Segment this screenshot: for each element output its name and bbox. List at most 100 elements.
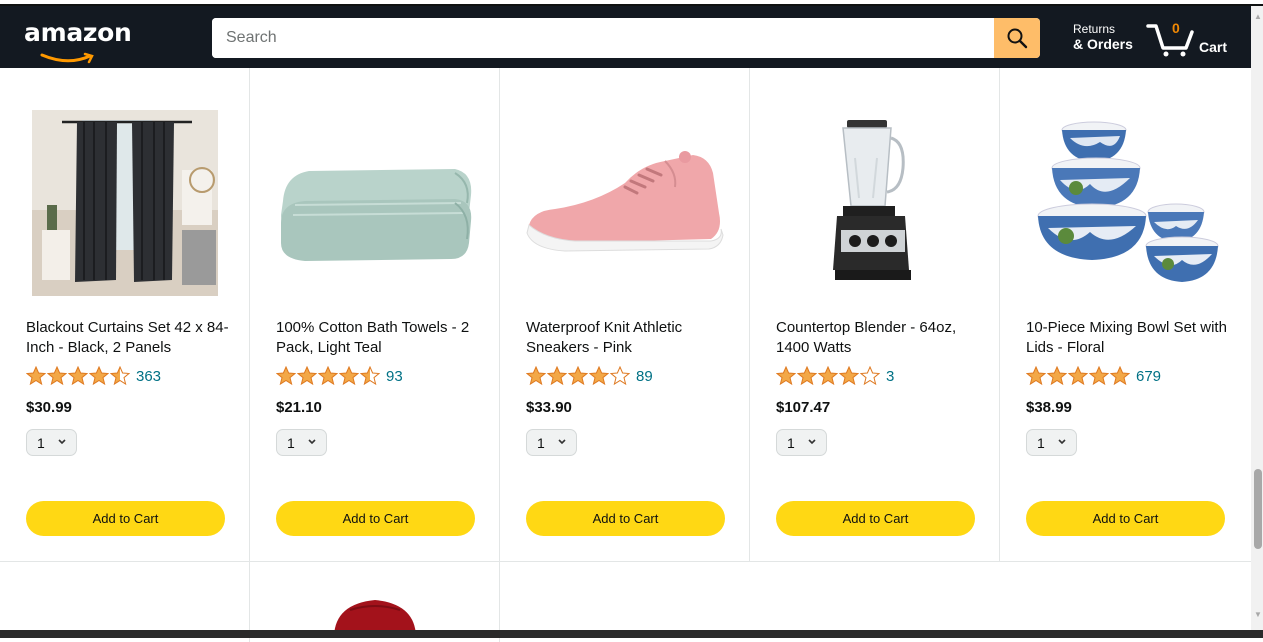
product-rating: 363 [26,366,161,386]
add-to-cart-button[interactable]: Add to Cart [276,501,475,536]
os-taskbar [0,630,1263,638]
search-input[interactable] [212,18,994,58]
star-icon [1047,366,1067,386]
quantity-value: 1 [787,434,795,451]
add-to-cart-button[interactable]: Add to Cart [1026,501,1225,536]
star-icon [776,366,796,386]
product-price: $30.99 [26,399,72,416]
quantity-value: 1 [287,434,295,451]
product-title[interactable]: Blackout Curtains Set 42 x 84-Inch - Bla… [26,318,231,358]
cart-count-badge: 0 [1172,20,1180,36]
bowls-image[interactable] [1025,103,1225,303]
quantity-select[interactable]: 1 [776,429,827,456]
star-icon [26,366,46,386]
product-rating: 679 [1026,366,1161,386]
star-rating-icon [276,366,381,386]
quantity-select[interactable]: 1 [26,429,77,456]
add-to-cart-button[interactable]: Add to Cart [776,501,975,536]
star-rating-icon [1026,366,1131,386]
product-card: Countertop Blender - 64oz, 1400 Watts 3 … [750,68,1000,561]
star-icon [110,366,130,386]
chevron-down-icon [808,439,816,445]
product-rating: 93 [276,366,403,386]
scroll-down-icon[interactable]: ▼ [1254,610,1262,619]
site-header: amazon Returns & Orders 0 Cart [0,6,1251,68]
chevron-down-icon [1058,439,1066,445]
star-rating-icon [26,366,131,386]
quantity-select[interactable]: 1 [526,429,577,456]
product-rating: 3 [776,366,894,386]
product-price: $21.10 [276,399,322,416]
scroll-up-icon[interactable]: ▲ [1254,12,1262,21]
search-bar [212,18,1040,58]
product-card: 100% Cotton Bath Towels - 2 Pack, Light … [250,68,500,561]
star-icon [797,366,817,386]
product-title[interactable]: Countertop Blender - 64oz, 1400 Watts [776,318,981,358]
review-count-link[interactable]: 363 [136,368,161,385]
star-icon [860,366,880,386]
review-count-link[interactable]: 93 [386,368,403,385]
product-title[interactable]: Waterproof Knit Athletic Sneakers - Pink [526,318,731,358]
star-icon [839,366,859,386]
product-card: 10-Piece Mixing Bowl Set with Lids - Flo… [1000,68,1250,561]
star-icon [1026,366,1046,386]
star-icon [276,366,296,386]
product-price: $107.47 [776,399,831,416]
quantity-select[interactable]: 1 [1026,429,1077,456]
towels-image[interactable] [275,103,475,303]
star-icon [89,366,109,386]
product-card: Blackout Curtains Set 42 x 84-Inch - Bla… [0,68,250,561]
blender-image[interactable] [775,103,975,303]
star-icon [297,366,317,386]
star-icon [360,366,380,386]
chevron-down-icon [58,439,66,445]
review-count-link[interactable]: 679 [1136,368,1161,385]
star-icon [818,366,838,386]
cart-button[interactable]: 0 Cart [1146,18,1236,58]
quantity-value: 1 [1037,434,1045,451]
amazon-logo[interactable]: amazon [24,18,132,47]
product-title[interactable]: 100% Cotton Bath Towels - 2 Pack, Light … [276,318,481,358]
chevron-down-icon [558,439,566,445]
quantity-value: 1 [537,434,545,451]
product-price: $38.99 [1026,399,1072,416]
cart-icon [1146,24,1194,57]
curtains-image[interactable] [25,103,225,303]
review-count-link[interactable]: 89 [636,368,653,385]
review-count-link[interactable]: 3 [886,368,894,385]
product-title[interactable]: 10-Piece Mixing Bowl Set with Lids - Flo… [1026,318,1231,358]
search-icon [1007,28,1028,49]
sneaker-image[interactable] [525,103,725,303]
star-icon [339,366,359,386]
quantity-value: 1 [37,434,45,451]
star-icon [1089,366,1109,386]
add-to-cart-button[interactable]: Add to Cart [26,501,225,536]
star-icon [1110,366,1130,386]
star-rating-icon [526,366,631,386]
star-icon [47,366,67,386]
amazon-smile-icon [40,52,94,64]
scrollbar-thumb[interactable] [1254,469,1262,549]
star-icon [318,366,338,386]
chevron-down-icon [308,439,316,445]
star-rating-icon [776,366,881,386]
star-icon [526,366,546,386]
product-rating: 89 [526,366,653,386]
product-card: Waterproof Knit Athletic Sneakers - Pink… [500,68,750,561]
star-icon [610,366,630,386]
star-icon [589,366,609,386]
product-grid: Blackout Curtains Set 42 x 84-Inch - Bla… [0,68,1251,642]
product-price: $33.90 [526,399,572,416]
returns-orders-link[interactable]: Returns & Orders [1073,22,1133,52]
star-icon [68,366,88,386]
quantity-select[interactable]: 1 [276,429,327,456]
add-to-cart-button[interactable]: Add to Cart [526,501,725,536]
returns-label: Returns [1073,22,1116,36]
star-icon [547,366,567,386]
cart-label: Cart [1199,39,1228,55]
search-button[interactable] [994,18,1040,58]
star-icon [568,366,588,386]
orders-label: & Orders [1073,36,1133,52]
product-row: Blackout Curtains Set 42 x 84-Inch - Bla… [0,68,1251,562]
star-icon [1068,366,1088,386]
